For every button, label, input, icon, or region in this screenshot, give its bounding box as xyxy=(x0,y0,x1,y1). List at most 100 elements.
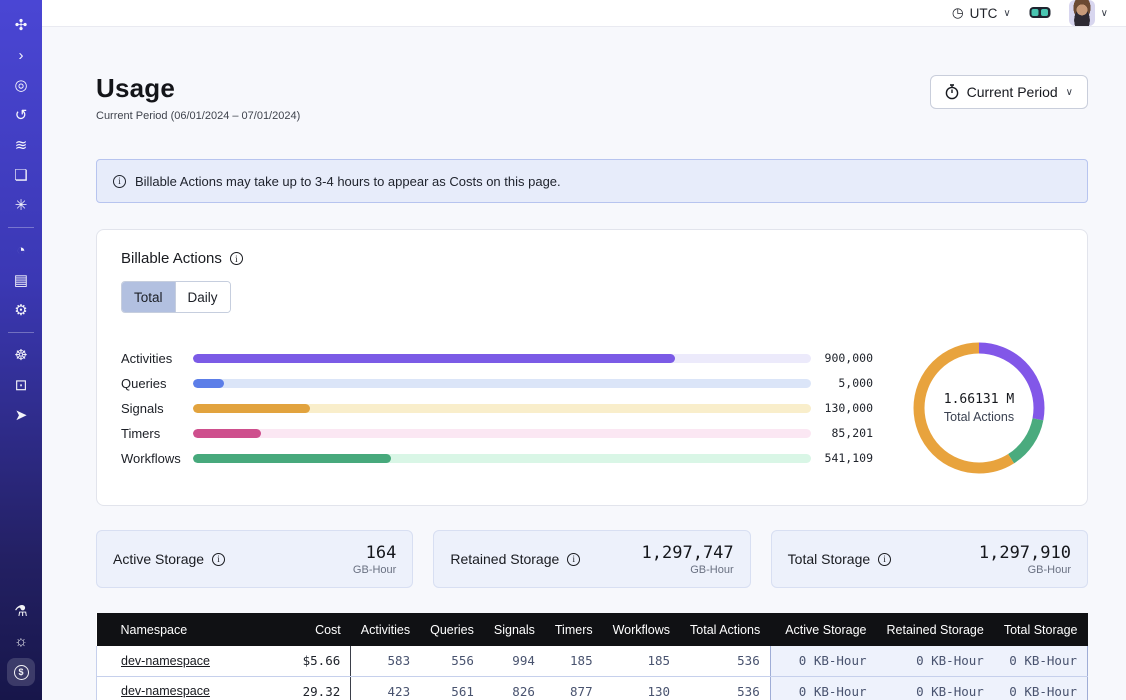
schedules-icon[interactable]: ↺ xyxy=(7,102,35,128)
tab-daily[interactable]: Daily xyxy=(176,282,230,312)
billable-actions-title: Billable Actions xyxy=(121,250,222,267)
table-header-row: Namespace Cost Activities Queries Signal… xyxy=(97,613,1088,646)
usage-page: Usage Current Period (06/01/2024 – 07/01… xyxy=(42,27,1088,700)
storage-card-label: Active Storage xyxy=(113,551,204,567)
storage-card-unit: GB-Hour xyxy=(979,564,1071,576)
workflows-cell: 185 xyxy=(603,646,680,676)
storage-card-unit: GB-Hour xyxy=(642,564,734,576)
storage-card-value: 164 xyxy=(353,543,396,563)
feedback-goggles-button[interactable] xyxy=(1029,6,1051,20)
sidebar-divider xyxy=(8,227,34,228)
bar-value: 85,201 xyxy=(811,426,873,440)
total-actions-donut: 1.66131 M Total Actions xyxy=(895,335,1063,481)
bar-row-queries: Queries 5,000 xyxy=(121,371,873,396)
activities-cell: 423 xyxy=(351,676,420,700)
bar-value: 5,000 xyxy=(811,376,873,390)
donut-total-label: Total Actions xyxy=(944,410,1014,424)
bar-fill xyxy=(193,404,310,413)
timers-cell: 877 xyxy=(545,676,603,700)
col-namespace: Namespace xyxy=(97,613,276,646)
donut-total-value: 1.66131 M xyxy=(944,392,1014,407)
bar-label: Queries xyxy=(121,376,193,391)
getting-started-rocket-icon[interactable]: ➤ xyxy=(7,402,35,428)
info-icon[interactable]: i xyxy=(212,553,225,566)
cost-cell: 29.32 xyxy=(275,676,350,700)
workflows-cell: 130 xyxy=(603,676,680,700)
bar-track xyxy=(193,354,811,363)
bar-fill xyxy=(193,454,391,463)
expand-sidebar-icon[interactable]: › xyxy=(7,42,35,68)
total-storage-card: Total Storage i 1,297,910 GB-Hour xyxy=(771,530,1088,588)
temporal-logo-icon[interactable]: ✣ xyxy=(7,12,35,38)
storage-card-label: Retained Storage xyxy=(450,551,559,567)
info-icon: i xyxy=(113,175,126,188)
namespace-link[interactable]: dev-namespace xyxy=(121,654,210,668)
timezone-label: UTC xyxy=(970,6,998,21)
col-signals: Signals xyxy=(484,613,545,646)
info-icon[interactable]: i xyxy=(230,252,243,265)
theme-sun-icon[interactable]: ☼ xyxy=(7,628,35,654)
col-cost: Cost xyxy=(275,613,350,646)
billing-icon[interactable]: ▤ xyxy=(7,267,35,293)
deployments-icon[interactable]: ❏ xyxy=(7,162,35,188)
active-storage-card: Active Storage i 164 GB-Hour xyxy=(96,530,413,588)
col-retained-storage: Retained Storage xyxy=(877,613,994,646)
col-workflows: Workflows xyxy=(603,613,680,646)
col-active-storage: Active Storage xyxy=(770,613,876,646)
support-icon[interactable]: ☸ xyxy=(7,342,35,368)
usage-icon[interactable]: ◔ xyxy=(7,237,35,263)
page-title: Usage xyxy=(96,73,300,104)
docs-icon[interactable]: ⊡ xyxy=(7,372,35,398)
bar-label: Timers xyxy=(121,426,193,441)
info-banner: i Billable Actions may take up to 3-4 ho… xyxy=(96,159,1088,203)
lab-flask-icon[interactable]: ⚗ xyxy=(7,598,35,624)
billable-view-tabs: Total Daily xyxy=(121,281,231,313)
namespace-link[interactable]: dev-namespace xyxy=(121,684,210,698)
retained-storage-cell: 0 KB-Hour xyxy=(877,646,994,676)
bar-label: Activities xyxy=(121,351,193,366)
signals-cell: 826 xyxy=(484,676,545,700)
sidebar-divider xyxy=(8,332,34,333)
period-selector-label: Current Period xyxy=(967,84,1058,100)
table-row: dev-namespace $5.66 583 556 994 185 185 … xyxy=(97,646,1088,676)
col-activities: Activities xyxy=(351,613,420,646)
col-total-actions: Total Actions xyxy=(680,613,770,646)
active-storage-cell: 0 KB-Hour xyxy=(770,646,876,676)
queries-cell: 556 xyxy=(420,646,484,676)
total-actions-cell: 536 xyxy=(680,646,770,676)
bar-label: Workflows xyxy=(121,451,193,466)
table-row: dev-namespace 29.32 423 561 826 877 130 … xyxy=(97,676,1088,700)
tab-total[interactable]: Total xyxy=(122,282,176,312)
info-icon[interactable]: i xyxy=(878,553,891,566)
bar-track xyxy=(193,379,811,388)
namespaces-icon[interactable]: ◎ xyxy=(7,72,35,98)
goggles-icon xyxy=(1029,6,1051,20)
total-actions-cell: 536 xyxy=(680,676,770,700)
billable-actions-card: Billable Actions i Total Daily Activitie… xyxy=(96,229,1088,506)
topbar: ◷ UTC ∨ ∨ xyxy=(42,0,1126,27)
bar-value: 541,109 xyxy=(811,451,873,465)
timezone-selector[interactable]: ◷ UTC ∨ xyxy=(952,5,1011,21)
layers-icon[interactable]: ≋ xyxy=(7,132,35,158)
storage-card-unit: GB-Hour xyxy=(353,564,396,576)
chevron-down-icon: ∨ xyxy=(1003,8,1010,19)
user-menu[interactable]: ∨ xyxy=(1069,0,1108,26)
bar-row-activities: Activities 900,000 xyxy=(121,346,873,371)
col-queries: Queries xyxy=(420,613,484,646)
period-selector-button[interactable]: Current Period ∨ xyxy=(930,75,1088,109)
col-total-storage: Total Storage xyxy=(994,613,1088,646)
sidebar: ✣ › ◎ ↺ ≋ ❏ ✳ ◔ ▤ ⚙ ☸ ⊡ ➤ ⚗ ☼ $ xyxy=(0,0,42,700)
bar-track xyxy=(193,404,811,413)
bar-label: Signals xyxy=(121,401,193,416)
bar-value: 900,000 xyxy=(811,351,873,365)
credits-dollar-icon[interactable]: $ xyxy=(7,658,35,686)
signals-cell: 994 xyxy=(484,646,545,676)
bar-row-workflows: Workflows 541,109 xyxy=(121,446,873,471)
info-banner-text: Billable Actions may take up to 3-4 hour… xyxy=(135,174,561,189)
bar-fill xyxy=(193,429,261,438)
nexus-icon[interactable]: ✳ xyxy=(7,192,35,218)
settings-gear-icon[interactable]: ⚙ xyxy=(7,297,35,323)
bar-row-timers: Timers 85,201 xyxy=(121,421,873,446)
storage-card-value: 1,297,747 xyxy=(642,543,734,563)
info-icon[interactable]: i xyxy=(567,553,580,566)
